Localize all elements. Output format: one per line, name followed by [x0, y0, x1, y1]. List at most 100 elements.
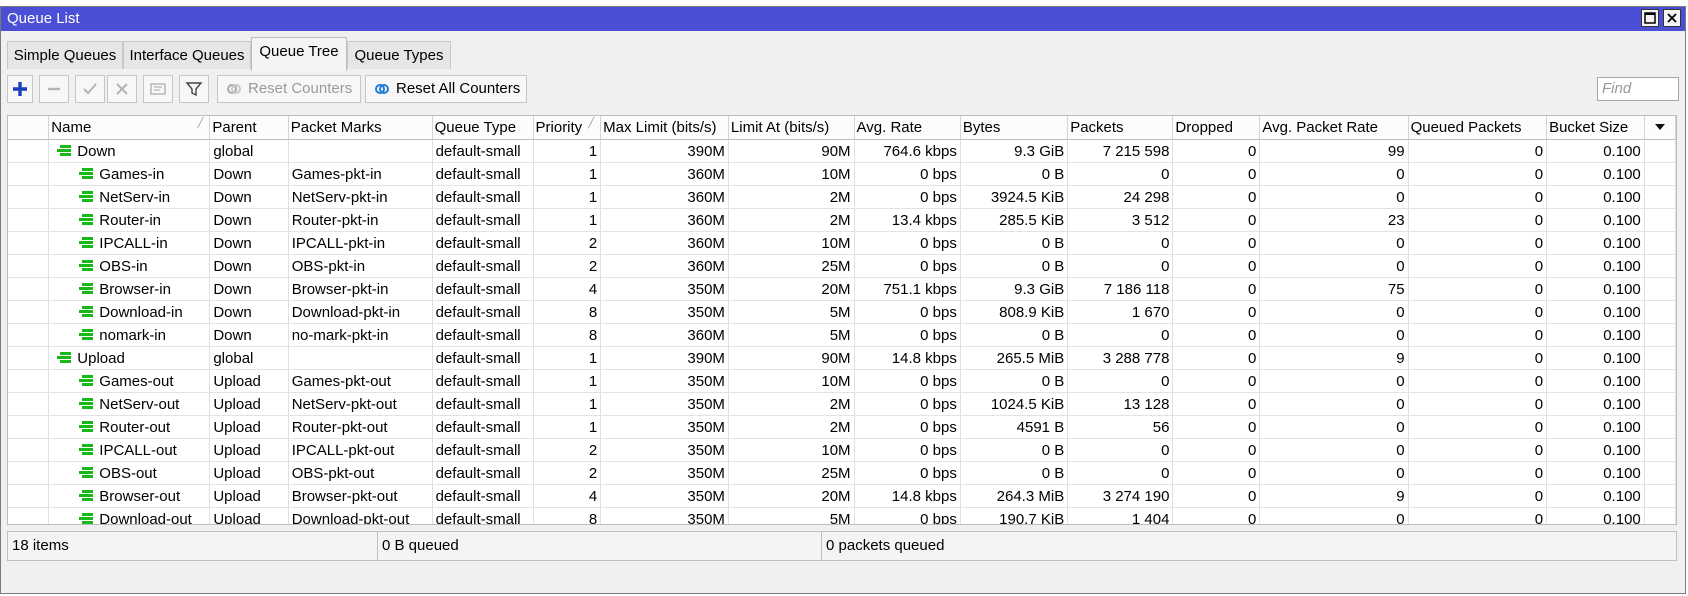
column-max-limit[interactable]: Max Limit (bits/s): [600, 116, 729, 140]
row-select-cell[interactable]: [8, 139, 50, 163]
queued-packets-cell: 0: [1408, 484, 1548, 508]
table-row[interactable]: Games-in Down Games-pkt-in default-small 1 36…: [8, 162, 1676, 186]
filter-button[interactable]: [179, 75, 209, 103]
row-select-cell[interactable]: [8, 185, 50, 209]
queue-parent-cell: Down: [209, 208, 289, 232]
row-filler-cell: [1644, 162, 1676, 186]
table-row[interactable]: Upload global default-small 1 390M 90M 14.8 kb…: [8, 346, 1676, 370]
reset-icon: [226, 81, 242, 97]
table-row[interactable]: Games-out Upload Games-pkt-out default-smal…: [8, 369, 1676, 393]
dropped-cell: 0: [1172, 346, 1261, 370]
plus-icon: [13, 82, 27, 96]
column-name[interactable]: Name ╱: [48, 116, 211, 140]
table-row[interactable]: Browser-in Down Browser-pkt-in default-smal…: [8, 277, 1676, 301]
tab-simple-queues[interactable]: Simple Queues: [7, 41, 123, 69]
max-limit-cell: 360M: [600, 208, 729, 232]
dropped-cell: 0: [1172, 415, 1261, 439]
row-select-cell[interactable]: [8, 162, 50, 186]
column-avg-packet-rate[interactable]: Avg. Packet Rate: [1259, 116, 1409, 140]
avg-rate-cell: 0 bps: [854, 185, 961, 209]
priority-cell: 1: [533, 185, 602, 209]
column-queued-packets[interactable]: Queued Packets: [1408, 116, 1548, 140]
table-row[interactable]: IPCALL-in Down IPCALL-pkt-in default-small 2…: [8, 231, 1676, 255]
column-packet-marks[interactable]: Packet Marks: [288, 116, 433, 140]
find-input[interactable]: Find: [1597, 77, 1679, 101]
max-limit-cell: 390M: [600, 346, 729, 370]
column-bytes[interactable]: Bytes: [960, 116, 1069, 140]
row-select-cell[interactable]: [8, 461, 50, 485]
reset-all-counters-label: Reset All Counters: [396, 80, 521, 97]
max-limit-cell: 350M: [600, 461, 729, 485]
row-select-cell[interactable]: [8, 323, 50, 347]
bytes-cell: 9.3 GiB: [960, 277, 1069, 301]
queued-packets-cell: 0: [1408, 139, 1548, 163]
table-row[interactable]: nomark-in Down no-mark-pkt-in default-small…: [8, 323, 1676, 347]
queue-name-cell: Router-in: [48, 208, 211, 232]
column-avg-rate[interactable]: Avg. Rate: [854, 116, 961, 140]
avg-packet-rate-cell: 0: [1259, 369, 1409, 393]
table-row[interactable]: Router-out Upload Router-pkt-out default-sm…: [8, 415, 1676, 439]
column-limit-at[interactable]: Limit At (bits/s): [728, 116, 855, 140]
packet-marks-cell: NetServ-pkt-out: [288, 392, 433, 416]
queued-packets-cell: 0: [1408, 346, 1548, 370]
row-select-cell[interactable]: [8, 208, 50, 232]
table-row[interactable]: IPCALL-out Upload IPCALL-pkt-out default-sm…: [8, 438, 1676, 462]
column-queue-type[interactable]: Queue Type: [432, 116, 534, 140]
column-dropped[interactable]: Dropped: [1172, 116, 1261, 140]
disable-button[interactable]: [107, 75, 137, 103]
table-row[interactable]: Download-in Down Download-pkt-in default-sm…: [8, 300, 1676, 324]
tab-queue-tree[interactable]: Queue Tree: [251, 37, 347, 71]
reset-all-counters-button[interactable]: Reset All Counters: [365, 75, 527, 103]
title-bar[interactable]: Queue List: [1, 7, 1685, 31]
row-select-cell[interactable]: [8, 392, 50, 416]
bucket-size-cell: 0.100: [1546, 346, 1645, 370]
table-row[interactable]: NetServ-in Down NetServ-pkt-in default-smal…: [8, 185, 1676, 209]
queue-type-cell: default-small: [432, 484, 534, 508]
add-button[interactable]: [7, 75, 33, 103]
reset-counters-button[interactable]: Reset Counters: [217, 75, 361, 103]
dropped-cell: 0: [1172, 254, 1261, 278]
tab-interface-queues[interactable]: Interface Queues: [123, 41, 251, 69]
column-select[interactable]: [8, 116, 50, 140]
dropped-cell: 0: [1172, 231, 1261, 255]
column-parent[interactable]: Parent: [209, 116, 289, 140]
table-row[interactable]: Router-in Down Router-pkt-in default-small 1…: [8, 208, 1676, 232]
row-select-cell[interactable]: [8, 438, 50, 462]
table-row[interactable]: NetServ-out Upload NetServ-pkt-out default-…: [8, 392, 1676, 416]
queue-parent-cell: Upload: [209, 461, 289, 485]
packets-cell: 3 512: [1067, 208, 1174, 232]
row-select-cell[interactable]: [8, 369, 50, 393]
maximize-icon[interactable]: [1641, 9, 1659, 27]
row-select-cell[interactable]: [8, 277, 50, 301]
queue-name-text: Download-out: [99, 510, 192, 525]
table-row[interactable]: Download-out Upload Download-pkt-out defaul…: [8, 507, 1676, 525]
table-row[interactable]: Browser-out Upload Browser-pkt-out default-…: [8, 484, 1676, 508]
enable-button[interactable]: [75, 75, 105, 103]
row-select-cell[interactable]: [8, 484, 50, 508]
packet-marks-cell: [288, 139, 433, 163]
row-select-cell[interactable]: [8, 415, 50, 439]
table-row[interactable]: OBS-in Down OBS-pkt-in default-small 2 360M 25…: [8, 254, 1676, 278]
row-select-cell[interactable]: [8, 346, 50, 370]
row-select-cell[interactable]: [8, 507, 50, 524]
row-select-cell[interactable]: [8, 254, 50, 278]
queued-packets-cell: 0: [1408, 507, 1548, 524]
queued-packets-cell: 0: [1408, 415, 1548, 439]
column-menu-button[interactable]: [1644, 116, 1676, 140]
queued-packets-cell: 0: [1408, 254, 1548, 278]
reset-all-icon: [374, 81, 390, 97]
row-select-cell[interactable]: [8, 300, 50, 324]
column-priority[interactable]: Priority ╱: [533, 116, 602, 140]
column-bucket-size[interactable]: Bucket Size: [1546, 116, 1645, 140]
queued-packets-cell: 0: [1408, 162, 1548, 186]
column-packets[interactable]: Packets: [1067, 116, 1174, 140]
queue-icon: [79, 236, 94, 249]
tab-queue-types[interactable]: Queue Types: [347, 41, 451, 69]
row-select-cell[interactable]: [8, 231, 50, 255]
close-icon[interactable]: [1663, 9, 1681, 27]
table-row[interactable]: Down global default-small 1 390M 90M 764.6 kbp…: [8, 139, 1676, 163]
queue-name-text: Down: [77, 142, 116, 160]
remove-button[interactable]: [39, 75, 69, 103]
table-row[interactable]: OBS-out Upload OBS-pkt-out default-small 2 35…: [8, 461, 1676, 485]
comment-button[interactable]: [143, 75, 173, 103]
